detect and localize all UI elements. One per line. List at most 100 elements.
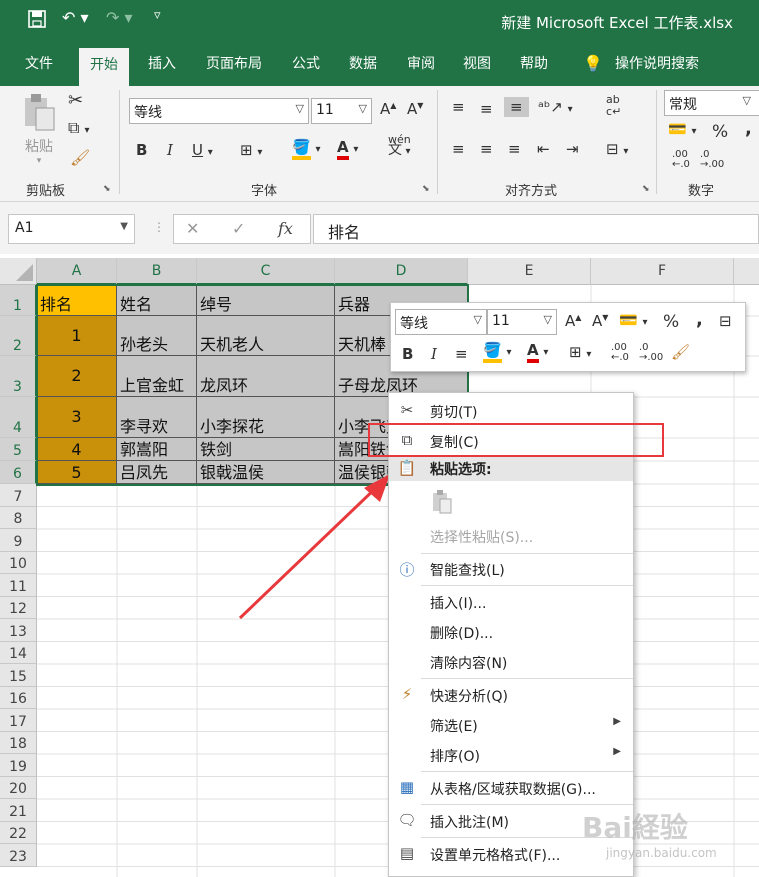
select-all-corner[interactable] xyxy=(0,258,37,285)
row-header[interactable]: 10 xyxy=(0,551,37,574)
row-header[interactable]: 3 xyxy=(0,356,37,397)
tab-home[interactable]: 开始 xyxy=(79,48,129,86)
row-header[interactable]: 17 xyxy=(0,709,37,732)
row-header[interactable]: 13 xyxy=(0,619,37,642)
tab-formulas[interactable]: 公式 xyxy=(281,44,331,86)
tab-file[interactable]: 文件 xyxy=(14,44,64,86)
fill-color-icon[interactable]: 🪣 ▾ xyxy=(292,138,321,160)
mini-merge-icon[interactable]: ⊟ xyxy=(719,312,732,330)
column-header-f[interactable]: F xyxy=(591,258,734,285)
cell-b5[interactable]: 郭嵩阳 xyxy=(117,438,197,461)
tab-insert[interactable]: 插入 xyxy=(137,44,187,86)
menu-item-smart-lookup[interactable]: ⓘ 智能查找(L) xyxy=(389,555,633,583)
decrease-font-icon[interactable]: A▼ xyxy=(407,100,423,118)
row-header[interactable]: 11 xyxy=(0,574,37,597)
increase-indent-icon[interactable]: ⇥ xyxy=(566,140,579,158)
cell-b6[interactable]: 吕凤先 xyxy=(117,461,197,484)
menu-item-get-data[interactable]: ▦ 从表格/区域获取数据(G)... xyxy=(389,774,633,802)
increase-decimal-icon[interactable]: .00 ←.0 xyxy=(672,150,690,170)
mini-accounting-icon[interactable]: 💳 ▾ xyxy=(619,311,647,329)
align-bottom-icon[interactable]: ≡ xyxy=(504,97,529,117)
font-color-icon[interactable]: A ▾ xyxy=(337,138,358,160)
tell-me-search[interactable]: 操作说明搜索 xyxy=(604,44,710,86)
row-header[interactable]: 9 xyxy=(0,529,37,552)
column-header-c[interactable]: C xyxy=(197,258,335,285)
alignment-dialog-launcher[interactable]: ⬊ xyxy=(642,184,650,194)
align-left-icon[interactable]: ≡ xyxy=(452,140,465,158)
cell-b4[interactable]: 李寻欢 xyxy=(117,397,197,438)
mini-percent-button[interactable]: % xyxy=(663,312,679,332)
menu-item-quick-analysis[interactable]: ⚡ 快速分析(Q) xyxy=(389,681,633,709)
row-header[interactable]: 16 xyxy=(0,686,37,709)
column-header-e[interactable]: E xyxy=(468,258,591,285)
column-header-b[interactable]: B xyxy=(117,258,197,285)
row-header[interactable]: 19 xyxy=(0,754,37,777)
percent-style-button[interactable]: % xyxy=(712,122,728,142)
decrease-indent-icon[interactable]: ⇤ xyxy=(537,140,550,158)
tab-page-layout[interactable]: 页面布局 xyxy=(195,44,273,86)
cell-a1[interactable]: 排名 xyxy=(37,285,117,316)
tab-view[interactable]: 视图 xyxy=(452,44,502,86)
cell-c3[interactable]: 龙凤环 xyxy=(197,356,335,397)
mini-increase-decimal-icon[interactable]: .00 ←.0 xyxy=(611,343,629,363)
mini-font-name-combo[interactable]: 等线 ▽ xyxy=(395,309,487,335)
undo-icon[interactable]: ↶ ▾ xyxy=(62,8,89,27)
row-header[interactable]: 4 xyxy=(0,397,37,438)
wrap-text-icon[interactable]: ab c↵ xyxy=(606,94,621,118)
font-name-combo[interactable]: 等线 ▽ xyxy=(129,98,309,124)
row-header[interactable]: 5 xyxy=(0,438,37,461)
mini-format-painter-icon[interactable]: 🖌 xyxy=(671,343,690,361)
insert-function-button[interactable]: fx xyxy=(278,219,293,238)
cell-c5[interactable]: 铁剑 xyxy=(197,438,335,461)
copy-icon[interactable]: ⧉ ▾ xyxy=(68,118,90,138)
formula-input[interactable]: 排名 xyxy=(313,214,759,244)
row-header[interactable]: 15 xyxy=(0,664,37,687)
accounting-format-icon[interactable]: 💳 ▾ xyxy=(668,120,696,138)
row-header[interactable]: 23 xyxy=(0,844,37,867)
column-header-g[interactable] xyxy=(734,258,759,285)
mini-decrease-decimal-icon[interactable]: .0 →.00 xyxy=(639,343,663,363)
font-dialog-launcher[interactable]: ⬊ xyxy=(422,184,430,194)
align-top-icon[interactable]: ≡ xyxy=(452,98,465,116)
save-icon[interactable] xyxy=(28,10,46,32)
mini-shrink-font-icon[interactable]: A▼ xyxy=(592,312,608,330)
mini-comma-button[interactable]: , xyxy=(696,309,703,330)
orientation-icon[interactable]: ᵃᵇ↗ ▾ xyxy=(538,98,573,116)
mini-grow-font-icon[interactable]: A▲ xyxy=(565,312,581,330)
comma-style-button[interactable]: , xyxy=(745,118,752,139)
mini-font-color-icon[interactable]: A ▾ xyxy=(527,341,548,363)
mini-italic-button[interactable]: I xyxy=(431,345,437,363)
cell-a3[interactable]: 2 xyxy=(37,356,117,397)
row-header[interactable]: 21 xyxy=(0,799,37,822)
cell-c4[interactable]: 小李探花 xyxy=(197,397,335,438)
paste-button[interactable]: 粘贴 ▾ xyxy=(16,92,62,172)
italic-button[interactable]: I xyxy=(167,141,173,159)
tab-help[interactable]: 帮助 xyxy=(509,44,559,86)
phonetic-guide-icon[interactable]: wén 文 ▾ xyxy=(388,134,411,157)
paste-option-icon[interactable] xyxy=(431,489,453,515)
cell-b3[interactable]: 上官金虹 xyxy=(117,356,197,397)
menu-item-sort[interactable]: 排序(O) ▶ xyxy=(389,741,633,769)
redo-icon[interactable]: ↷ ▾ xyxy=(106,8,133,27)
menu-item-cut[interactable]: ✂ 剪切(T) xyxy=(389,397,633,425)
menu-item-paste-special[interactable]: 选择性粘贴(S)... xyxy=(389,522,633,550)
mini-bold-button[interactable]: B xyxy=(402,345,413,363)
column-header-d[interactable]: D xyxy=(335,258,468,285)
row-header[interactable]: 20 xyxy=(0,776,37,799)
mini-fill-color-icon[interactable]: 🪣 ▾ xyxy=(483,341,512,363)
row-header[interactable]: 8 xyxy=(0,506,37,529)
clipboard-dialog-launcher[interactable]: ⬊ xyxy=(103,184,111,194)
row-header[interactable]: 18 xyxy=(0,731,37,754)
font-size-combo[interactable]: 11 ▽ xyxy=(311,98,372,124)
merge-center-icon[interactable]: ⊟ ▾ xyxy=(606,140,628,158)
menu-item-clear-contents[interactable]: 清除内容(N) xyxy=(389,648,633,676)
row-header[interactable]: 14 xyxy=(0,641,37,664)
cancel-entry-icon[interactable]: ✕ xyxy=(186,219,199,238)
borders-icon[interactable]: ⊞ ▾ xyxy=(240,141,262,159)
row-header[interactable]: 1 xyxy=(0,285,37,316)
align-middle-icon[interactable]: ≡ xyxy=(480,100,493,118)
menu-item-delete[interactable]: 删除(D)... xyxy=(389,618,633,646)
number-format-combo[interactable]: 常规 ▽ xyxy=(664,90,759,116)
row-header[interactable]: 6 xyxy=(0,461,37,484)
tab-review[interactable]: 审阅 xyxy=(396,44,446,86)
